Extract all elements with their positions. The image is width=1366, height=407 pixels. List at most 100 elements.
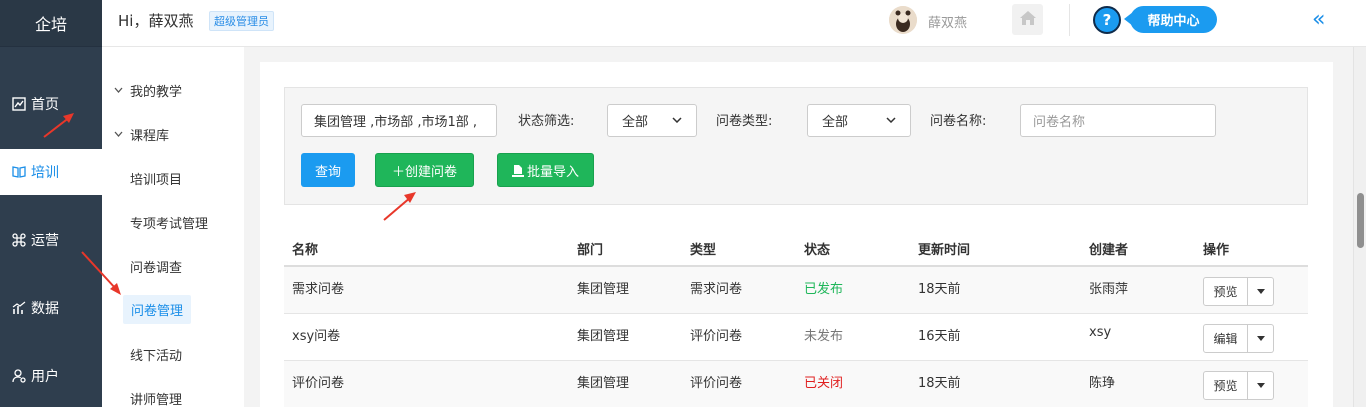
cell-type: 评价问卷 — [690, 376, 743, 391]
row-action-group: 预览 — [1203, 277, 1274, 306]
row-action-group: 预览 — [1203, 371, 1274, 400]
table-row: 评价问卷 集团管理 评价问卷 已关闭 18天前 陈琤 预览 — [284, 361, 1308, 407]
preview-button[interactable]: 预览 — [1203, 371, 1248, 400]
status-filter-value: 全部 — [622, 115, 649, 130]
table-row: xsy问卷 集团管理 评价问卷 未发布 16天前 xsy 编辑 — [284, 314, 1308, 361]
preview-button[interactable]: 预览 — [1203, 277, 1248, 306]
status-filter-select[interactable]: 全部 — [607, 104, 697, 137]
home-button[interactable] — [1012, 4, 1043, 35]
avatar[interactable] — [889, 6, 917, 34]
action-dropdown-toggle[interactable] — [1248, 277, 1274, 306]
nav-item-operations[interactable]: 运营 — [0, 217, 102, 263]
department-select-input[interactable]: 集团管理 ,市场部 ,市场1部 , — [301, 104, 497, 137]
top-header: Hi，薛双燕 超级管理员 薛双燕 ? 帮助中心 « — [102, 0, 1366, 47]
header-divider — [1069, 4, 1070, 36]
column-header-creator[interactable]: 创建者 — [1089, 239, 1128, 258]
column-header-type[interactable]: 类型 — [690, 239, 716, 258]
collapse-sidebar-icon[interactable]: « — [1312, 7, 1326, 32]
status-filter-label: 状态筛选: — [518, 114, 575, 129]
create-survey-button[interactable]: ＋创建问卷 — [375, 153, 474, 187]
column-header-status[interactable]: 状态 — [804, 239, 830, 258]
page-scrollbar[interactable] — [1353, 47, 1366, 407]
subnav-item-offline-activities[interactable]: 线下活动 — [130, 345, 182, 364]
type-filter-value: 全部 — [822, 115, 849, 130]
nav-item-label: 用户 — [31, 369, 59, 385]
edit-button[interactable]: 编辑 — [1203, 324, 1248, 353]
nav-item-label: 运营 — [31, 233, 59, 249]
cell-updated: 16天前 — [918, 329, 961, 344]
help-center-button[interactable]: 帮助中心 — [1130, 6, 1217, 33]
help-icon[interactable]: ? — [1093, 6, 1121, 34]
subnav-item-training-projects[interactable]: 培训项目 — [130, 169, 182, 188]
cell-updated: 18天前 — [918, 376, 961, 391]
column-header-name[interactable]: 名称 — [292, 239, 318, 258]
cell-department: 集团管理 — [577, 282, 630, 297]
table-row: 需求问卷 集团管理 需求问卷 已发布 18天前 张雨萍 预览 — [284, 267, 1308, 314]
subnav-item-exam-management[interactable]: 专项考试管理 — [130, 213, 208, 232]
main-content: 集团管理 ,市场部 ,市场1部 , 状态筛选: 全部 问卷类型: 全部 问卷名称… — [260, 62, 1333, 407]
chart-icon — [11, 96, 27, 112]
query-button[interactable]: 查询 — [301, 153, 355, 187]
greeting: Hi，薛双燕 — [118, 12, 194, 30]
batch-import-label: 批量导入 — [526, 164, 579, 180]
import-icon — [511, 164, 524, 177]
scrollbar-thumb[interactable] — [1357, 193, 1364, 248]
nav-item-home[interactable]: 首页 — [0, 81, 102, 127]
table-header: 名称 部门 类型 状态 更新时间 创建者 操作 — [284, 228, 1308, 267]
caret-down-icon — [1256, 287, 1265, 296]
main-sidebar: 企培 首页 培训 运营 数据 用户 — [0, 0, 102, 407]
type-filter-select[interactable]: 全部 — [807, 104, 911, 137]
subnav-group-course-library[interactable]: 课程库 — [114, 125, 169, 144]
chevron-down-icon — [672, 115, 682, 126]
bar-chart-icon — [11, 300, 27, 316]
column-header-actions: 操作 — [1203, 243, 1230, 258]
nav-item-label: 培训 — [31, 165, 59, 181]
cell-type: 评价问卷 — [690, 329, 743, 344]
cell-department: 集团管理 — [577, 329, 630, 344]
column-header-updated[interactable]: 更新时间 — [918, 239, 970, 258]
status-badge: 已发布 — [804, 282, 844, 297]
cell-department: 集团管理 — [577, 376, 630, 391]
cell-creator: 张雨萍 — [1089, 282, 1129, 297]
sub-sidebar: 我的教学 课程库 培训项目 专项考试管理 问卷调查 问卷管理 线下活动 讲师管理 — [102, 47, 244, 407]
survey-name-input[interactable]: 问卷名称 — [1020, 104, 1216, 137]
filter-panel: 集团管理 ,市场部 ,市场1部 , 状态筛选: 全部 问卷类型: 全部 问卷名称… — [284, 87, 1308, 205]
nav-item-data[interactable]: 数据 — [0, 285, 102, 331]
brand-logo: 企培 — [0, 0, 102, 47]
name-filter-label: 问卷名称: — [930, 114, 987, 129]
nav-item-label: 首页 — [31, 97, 59, 113]
subnav-group-my-teaching[interactable]: 我的教学 — [114, 81, 182, 100]
action-dropdown-toggle[interactable] — [1248, 324, 1274, 353]
row-action-group: 编辑 — [1203, 324, 1274, 353]
nav-item-training[interactable]: 培训 — [0, 149, 102, 195]
chevron-down-icon — [114, 85, 124, 96]
nav-item-users[interactable]: 用户 — [0, 353, 102, 399]
column-header-department[interactable]: 部门 — [577, 239, 603, 258]
status-badge: 未发布 — [804, 329, 844, 344]
chevron-down-icon — [886, 115, 896, 126]
status-badge: 已关闭 — [804, 376, 844, 391]
subnav-group-label: 我的教学 — [130, 85, 183, 100]
caret-down-icon — [1256, 381, 1265, 390]
role-badge: 超级管理员 — [209, 11, 274, 31]
subnav-group-label: 课程库 — [130, 129, 170, 144]
cell-name: 评价问卷 — [292, 376, 345, 391]
cell-creator: xsy — [1089, 325, 1112, 340]
batch-import-button[interactable]: 批量导入 — [497, 153, 594, 187]
caret-down-icon — [1256, 334, 1265, 343]
subnav-item-survey-management[interactable]: 问卷管理 — [123, 295, 192, 324]
nav-item-label: 数据 — [31, 301, 59, 317]
cell-name: xsy问卷 — [292, 329, 341, 344]
book-icon — [11, 164, 27, 180]
action-dropdown-toggle[interactable] — [1248, 371, 1274, 400]
user-name[interactable]: 薛双燕 — [928, 12, 967, 31]
subnav-item-lecturer-management[interactable]: 讲师管理 — [130, 389, 182, 407]
subnav-item-survey[interactable]: 问卷调查 — [130, 257, 182, 276]
chevron-down-icon — [114, 129, 124, 140]
user-gear-icon — [11, 368, 27, 384]
type-filter-label: 问卷类型: — [716, 114, 773, 129]
home-icon — [1019, 10, 1037, 30]
cell-creator: 陈琤 — [1089, 376, 1116, 391]
cell-name: 需求问卷 — [292, 282, 345, 297]
cell-updated: 18天前 — [918, 282, 961, 297]
